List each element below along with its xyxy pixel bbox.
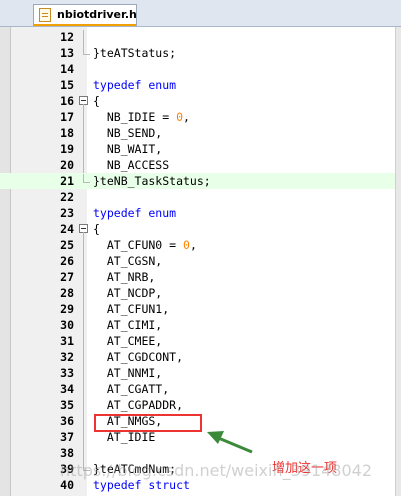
annotation-arrow — [207, 431, 253, 454]
watermark: https://blog.csdn.net/weixin_39148042 — [60, 461, 373, 480]
arrow-shaft — [215, 435, 253, 454]
arrow-head — [207, 431, 224, 444]
